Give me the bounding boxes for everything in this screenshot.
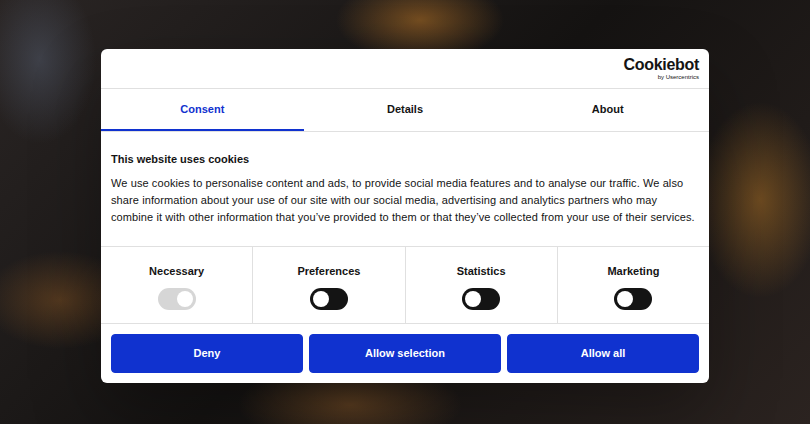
category-label: Necessary [149,263,204,280]
dialog-heading: This website uses cookies [111,153,699,166]
toggle-knob [313,291,329,307]
tab-label: About [592,103,624,115]
logo-text: Cookiebot [623,57,699,73]
dialog-body: This website uses cookies We use cookies … [101,132,709,226]
tab-bar: Consent Details About [101,89,709,132]
category: Necessary [101,247,252,323]
cookiebot-logo: Cookiebotby Usercentrics [623,57,699,80]
category: Marketing [557,247,709,323]
category-toggle [158,288,196,310]
button-row: DenyAllow selectionAllow all [101,324,709,383]
dialog-text: We use cookies to personalise content an… [111,175,699,226]
toggle-knob [177,291,193,307]
tab[interactable]: Details [304,89,507,131]
toggle-knob [465,291,481,307]
tab[interactable]: About [506,89,709,131]
tab-label: Consent [180,103,224,115]
deny-button[interactable]: Deny [111,334,303,373]
category: Preferences [252,247,404,323]
tab[interactable]: Consent [101,89,304,131]
category-toggle[interactable] [310,288,348,310]
category-toggle[interactable] [462,288,500,310]
consent-dialog: Cookiebotby Usercentrics Consent Details Ab… [101,49,709,383]
allow-selection-button[interactable]: Allow selection [309,334,501,373]
category-label: Statistics [457,263,506,280]
toggle-knob [617,291,633,307]
category-label: Preferences [297,263,360,280]
logo-subtext: by Usercentrics [623,74,699,80]
dialog-header: Cookiebotby Usercentrics [101,49,709,89]
category-toggle[interactable] [614,288,652,310]
allow-all-button[interactable]: Allow all [507,334,699,373]
category-label: Marketing [607,263,659,280]
tab-label: Details [387,103,423,115]
category-row: Necessary Preferences Statistics Marketing [101,246,709,324]
category: Statistics [405,247,557,323]
